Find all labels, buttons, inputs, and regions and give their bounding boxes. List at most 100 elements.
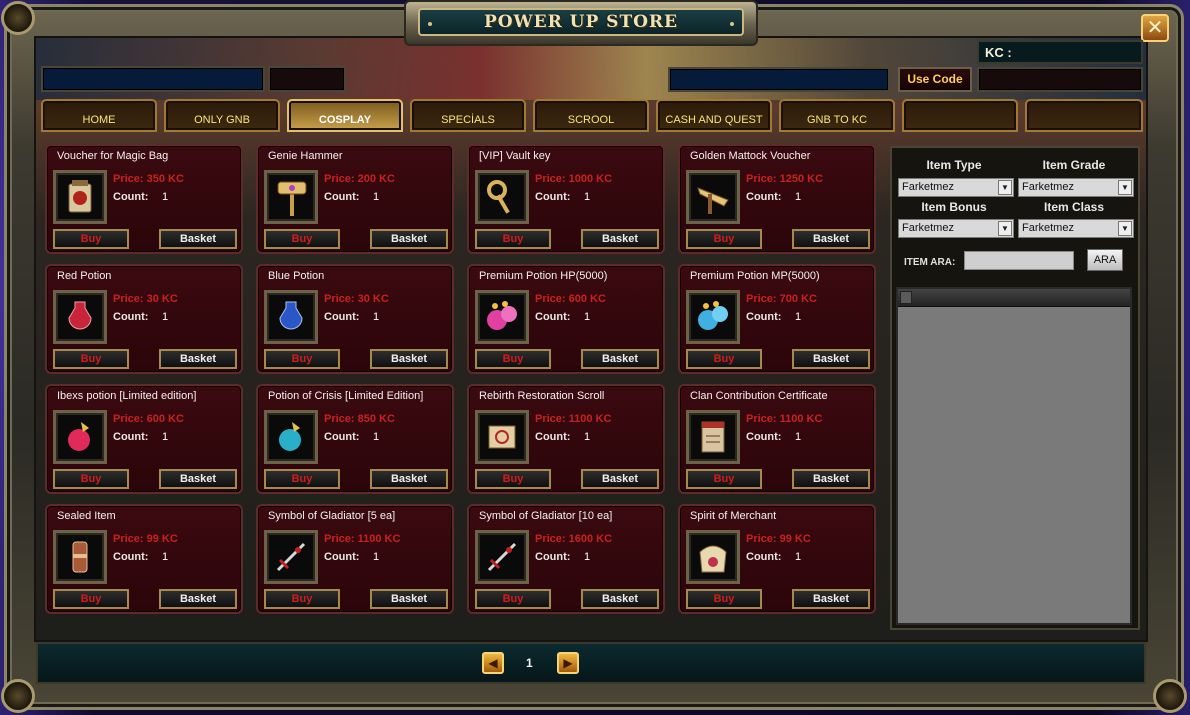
search-input[interactable] xyxy=(964,251,1074,270)
buy-button[interactable]: Buy xyxy=(475,349,551,369)
item-bonus-select[interactable]: Farketmez ▼ xyxy=(898,219,1014,238)
basket-button[interactable]: Basket xyxy=(370,229,448,249)
basket-button[interactable]: Basket xyxy=(581,589,659,609)
buy-button[interactable]: Buy xyxy=(264,589,340,609)
scroll-icon[interactable] xyxy=(475,410,529,464)
title-plaque: POWER UP STORE xyxy=(404,0,758,46)
item-count-label: Count: xyxy=(113,191,149,203)
search-button[interactable]: ARA xyxy=(1087,249,1123,271)
tab-home[interactable]: HOME xyxy=(41,99,157,132)
item-count-label: Count: xyxy=(324,551,360,563)
basket-button[interactable]: Basket xyxy=(370,469,448,489)
tab-specials[interactable]: SPECİALS xyxy=(410,99,526,132)
basket-button[interactable]: Basket xyxy=(581,469,659,489)
item-price: Price: 700 KC xyxy=(746,293,817,305)
buy-button[interactable]: Buy xyxy=(53,349,129,369)
hammer-icon[interactable] xyxy=(264,170,318,224)
crisis-potion-icon[interactable] xyxy=(264,410,318,464)
item-card: Symbol of Gladiator [10 ea] Price: 1600 K… xyxy=(467,504,665,614)
buy-button[interactable]: Buy xyxy=(53,229,129,249)
item-grade-value: Farketmez xyxy=(1022,181,1074,193)
item-name: Symbol of Gladiator [5 ea] xyxy=(268,510,396,522)
buy-button[interactable]: Buy xyxy=(53,589,129,609)
red-potion-icon[interactable] xyxy=(53,290,107,344)
chevron-down-icon[interactable]: ▼ xyxy=(1118,221,1132,236)
item-grade-select[interactable]: Farketmez ▼ xyxy=(1018,178,1134,197)
blue-potion-icon[interactable] xyxy=(264,290,318,344)
item-card: Premium Potion MP(5000) Price: 700 KC Coun… xyxy=(678,264,876,374)
chevron-down-icon[interactable]: ▼ xyxy=(998,221,1012,236)
item-price: Price: 350 KC xyxy=(113,173,184,185)
scroll-handle[interactable] xyxy=(900,291,912,304)
mattock-icon[interactable] xyxy=(686,170,740,224)
item-count-label: Count: xyxy=(113,311,149,323)
code-input[interactable] xyxy=(668,67,890,92)
premium-mp-potion-icon[interactable] xyxy=(686,290,740,344)
item-count: 1 xyxy=(795,431,802,443)
tab-cash-and-quest[interactable]: CASH AND QUEST xyxy=(656,99,772,132)
buy-button[interactable]: Buy xyxy=(475,469,551,489)
item-count-label: Count: xyxy=(535,431,571,443)
basket-button[interactable]: Basket xyxy=(581,229,659,249)
tab-empty[interactable] xyxy=(1025,99,1143,132)
basket-button[interactable]: Basket xyxy=(370,349,448,369)
close-button[interactable]: ✕ xyxy=(1141,14,1169,42)
tab-only-gnb[interactable]: ONLY GNB xyxy=(164,99,280,132)
tab-empty[interactable] xyxy=(902,99,1018,132)
ibexs-potion-icon[interactable] xyxy=(53,410,107,464)
basket-button[interactable]: Basket xyxy=(792,229,870,249)
results-header xyxy=(898,289,1130,307)
sealed-item-icon[interactable] xyxy=(53,530,107,584)
item-type-select[interactable]: Farketmez ▼ xyxy=(898,178,1014,197)
buy-button[interactable]: Buy xyxy=(686,469,762,489)
buy-button[interactable]: Buy xyxy=(686,589,762,609)
magic-bag-voucher-icon[interactable] xyxy=(53,170,107,224)
item-count: 1 xyxy=(373,551,380,563)
basket-button[interactable]: Basket xyxy=(792,349,870,369)
buy-button[interactable]: Buy xyxy=(475,229,551,249)
certificate-icon[interactable] xyxy=(686,410,740,464)
tab-scrool[interactable]: SCROOL xyxy=(533,99,649,132)
item-count-label: Count: xyxy=(113,551,149,563)
item-count: 1 xyxy=(373,431,380,443)
chevron-down-icon[interactable]: ▼ xyxy=(1118,180,1132,195)
sword-icon[interactable] xyxy=(264,530,318,584)
sword-icon[interactable] xyxy=(475,530,529,584)
tab-cosplay[interactable]: COSPLAY xyxy=(287,99,403,132)
key-icon[interactable] xyxy=(475,170,529,224)
basket-button[interactable]: Basket xyxy=(159,229,237,249)
search-results-list[interactable] xyxy=(896,287,1132,625)
buy-button[interactable]: Buy xyxy=(686,349,762,369)
basket-button[interactable]: Basket xyxy=(159,469,237,489)
player-info-field xyxy=(268,66,346,92)
premium-hp-potion-icon[interactable] xyxy=(475,290,529,344)
item-count-label: Count: xyxy=(746,191,782,203)
basket-button[interactable]: Basket xyxy=(792,589,870,609)
frame-corner-ornament xyxy=(1,1,35,35)
basket-button[interactable]: Basket xyxy=(159,589,237,609)
next-page-button[interactable]: ▶ xyxy=(557,652,579,674)
buy-button[interactable]: Buy xyxy=(264,349,340,369)
basket-button[interactable]: Basket xyxy=(792,469,870,489)
arrow-right-icon: ▶ xyxy=(563,656,573,670)
basket-button[interactable]: Basket xyxy=(581,349,659,369)
buy-button[interactable]: Buy xyxy=(264,229,340,249)
buy-button[interactable]: Buy xyxy=(686,229,762,249)
item-count: 1 xyxy=(162,431,169,443)
item-class-select[interactable]: Farketmez ▼ xyxy=(1018,219,1134,238)
basket-button[interactable]: Basket xyxy=(370,589,448,609)
tab-gnb-to-kc[interactable]: GNB TO KC xyxy=(779,99,895,132)
item-name: Golden Mattock Voucher xyxy=(690,150,811,162)
merchant-spirit-icon[interactable] xyxy=(686,530,740,584)
item-name: Blue Potion xyxy=(268,270,325,282)
buy-button[interactable]: Buy xyxy=(264,469,340,489)
buy-button[interactable]: Buy xyxy=(475,589,551,609)
use-code-button[interactable]: Use Code xyxy=(898,67,972,92)
page-number: 1 xyxy=(526,656,533,670)
item-count: 1 xyxy=(795,551,802,563)
buy-button[interactable]: Buy xyxy=(53,469,129,489)
item-name: Ibexs potion [Limited edition] xyxy=(57,390,197,402)
prev-page-button[interactable]: ◀ xyxy=(482,652,504,674)
basket-button[interactable]: Basket xyxy=(159,349,237,369)
chevron-down-icon[interactable]: ▼ xyxy=(998,180,1012,195)
